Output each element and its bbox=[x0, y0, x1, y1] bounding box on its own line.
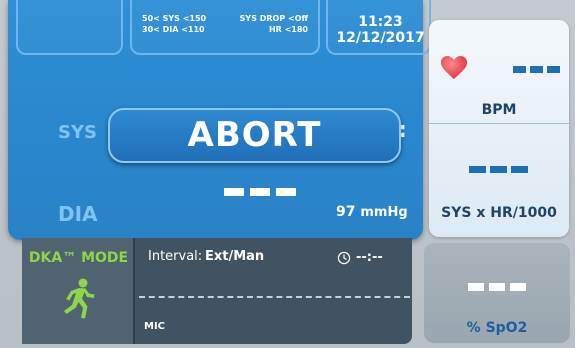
dia-dash-2 bbox=[250, 188, 270, 196]
spo2-label: % SpO2 bbox=[466, 320, 528, 336]
spo2-dash-2 bbox=[489, 283, 505, 291]
waveform-baseline bbox=[139, 296, 410, 298]
spo2-dash-1 bbox=[468, 283, 484, 291]
spo2-dash-3 bbox=[510, 283, 526, 291]
sys-hr-label: SYS x HR/1000 bbox=[441, 205, 557, 221]
monitor-screen: 50< SYS <150 30< DIA <110 SYS DROP <Off … bbox=[0, 0, 575, 348]
sys-drop-limit: SYS DROP <Off bbox=[239, 14, 308, 23]
timer-icon bbox=[337, 251, 351, 265]
dia-dash-1 bbox=[224, 188, 244, 196]
heart-rate-panel[interactable]: BPM SYS x HR/1000 bbox=[429, 20, 569, 237]
dka-mode-label: DKA™ MODE bbox=[28, 250, 129, 266]
clock-date: 12/12/2017 bbox=[336, 30, 425, 46]
heart-icon bbox=[441, 56, 467, 79]
hr-limit: HR <180 bbox=[268, 25, 308, 34]
sys-label: SYS bbox=[58, 122, 97, 143]
rpp-dash-2 bbox=[490, 166, 507, 173]
rpp-dash-3 bbox=[511, 166, 528, 173]
top-cell-empty[interactable] bbox=[16, 0, 123, 55]
bpm-dash-3 bbox=[547, 66, 560, 73]
dia-label: DIA bbox=[58, 202, 98, 226]
interval-label: Interval: bbox=[148, 249, 203, 264]
dia-dash-3 bbox=[276, 188, 296, 196]
sys-limit: 50< SYS <150 bbox=[142, 14, 207, 23]
clock-cell[interactable]: 11:23 12/12/2017 bbox=[326, 0, 431, 55]
dia-limit: 30< DIA <110 bbox=[142, 25, 205, 34]
clock-time: 11:23 bbox=[358, 14, 403, 30]
timer-value: --:-- bbox=[356, 250, 383, 265]
map-unit: mmHg bbox=[360, 205, 408, 220]
spo2-panel[interactable]: % SpO2 bbox=[424, 243, 570, 343]
info-panel: DKA™ MODE Interval: Ext/Man --:-- MIC bbox=[22, 238, 412, 344]
bpm-dash-2 bbox=[530, 66, 543, 73]
map-value: 97 bbox=[336, 204, 356, 220]
rpp-dash-1 bbox=[469, 166, 486, 173]
dka-mode-button[interactable]: DKA™ MODE bbox=[22, 238, 135, 344]
interval-value[interactable]: Ext/Man bbox=[205, 249, 264, 264]
map-readout: 97 mmHg bbox=[336, 204, 408, 220]
mic-label: MIC bbox=[144, 321, 166, 332]
abort-button[interactable]: ABORT bbox=[108, 108, 401, 163]
bpm-dash-1 bbox=[513, 66, 526, 73]
alarm-limits-cell[interactable]: 50< SYS <150 30< DIA <110 SYS DROP <Off … bbox=[130, 0, 320, 55]
right-panel-divider bbox=[429, 123, 569, 124]
bpm-label: BPM bbox=[481, 102, 517, 118]
nibp-panel[interactable]: 50< SYS <150 30< DIA <110 SYS DROP <Off … bbox=[8, 0, 431, 240]
running-person-icon bbox=[64, 278, 95, 319]
